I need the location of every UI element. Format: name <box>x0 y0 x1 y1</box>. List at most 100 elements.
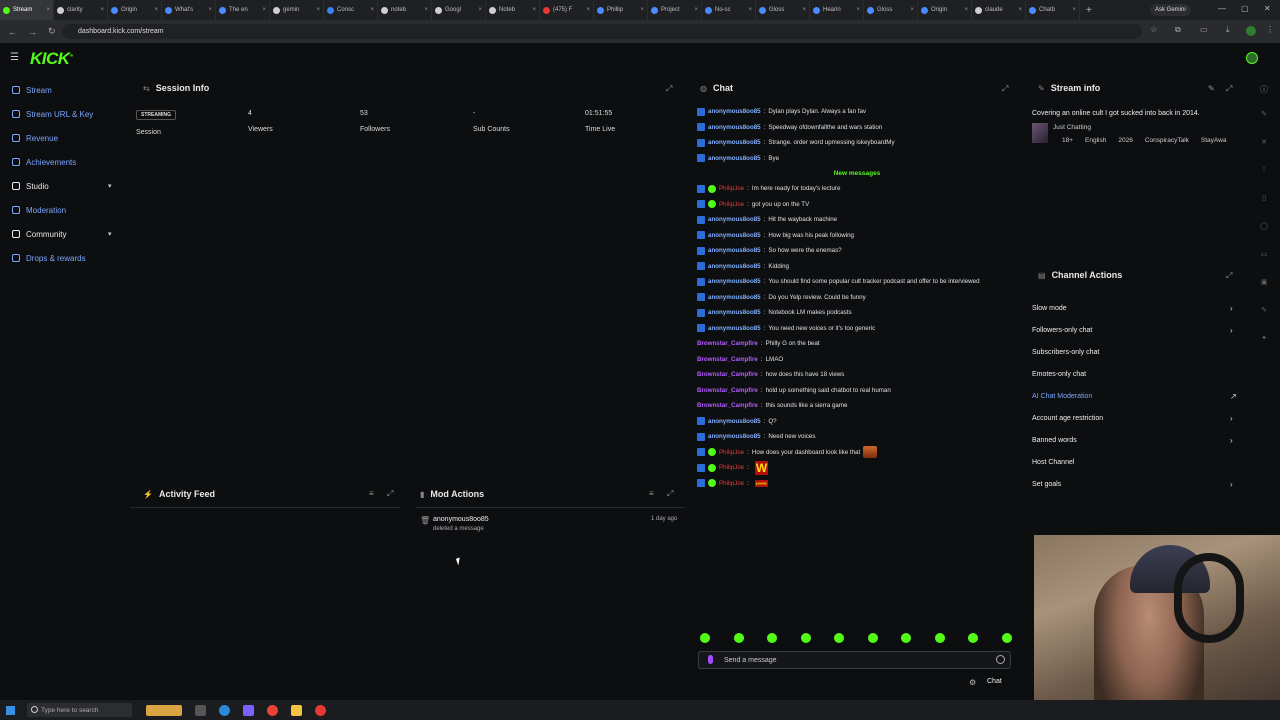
chevron-down-icon[interactable]: ▾ <box>108 182 112 190</box>
activity-popout-icon[interactable]: ⤢ <box>387 489 393 499</box>
reload-icon[interactable]: ↻ <box>48 26 60 37</box>
channel-action-subscribers-only-chat[interactable]: Subscribers-only chat <box>1032 341 1242 363</box>
chat-username[interactable]: Brownstar_Campfire <box>697 340 758 347</box>
tab-close-icon[interactable]: × <box>478 7 482 13</box>
quick-emote-icon[interactable] <box>968 633 979 643</box>
tool-layout-icon[interactable]: ▭ <box>1258 250 1270 278</box>
browser-tab[interactable]: Googl × <box>432 0 486 20</box>
minimize-icon[interactable]: — <box>1218 4 1226 13</box>
extensions-icon[interactable]: ⧉ <box>1175 25 1181 35</box>
channel-action-host-channel[interactable]: Host Channel <box>1032 451 1242 473</box>
edit-pencil-icon[interactable]: ✎ <box>1208 84 1215 93</box>
chat-username[interactable]: Brownstar_Campfire <box>697 387 758 394</box>
stream-tag[interactable]: ConspiracyTalk <box>1145 137 1189 144</box>
file-explorer-icon[interactable] <box>291 704 302 716</box>
chat-username[interactable]: anonymous8oo85 <box>708 139 761 146</box>
chevron-right-icon[interactable]: › <box>1230 304 1233 313</box>
tab-close-icon[interactable]: × <box>802 7 806 13</box>
stream-info-popout-icon[interactable]: ⤢ <box>1226 84 1232 94</box>
tab-close-icon[interactable]: × <box>100 7 104 13</box>
channel-action-set-goals[interactable]: Set goals › <box>1032 473 1242 495</box>
hamburger-menu-icon[interactable]: ☰ <box>10 52 19 63</box>
chat-username[interactable]: anonymous8oo85 <box>708 325 761 332</box>
tab-close-icon[interactable]: × <box>208 7 212 13</box>
chat-username[interactable]: PhilipJoe <box>719 480 744 487</box>
tab-close-icon[interactable]: × <box>856 7 860 13</box>
chat-username[interactable]: anonymous8oo85 <box>708 294 761 301</box>
quick-emote-icon[interactable] <box>1001 633 1012 643</box>
chat-username[interactable]: anonymous8oo85 <box>708 418 761 425</box>
chevron-right-icon[interactable]: › <box>1230 326 1233 335</box>
tool-chat-icon[interactable]: ◯ <box>1258 222 1270 250</box>
category-thumbnail[interactable] <box>1032 123 1048 143</box>
sidebar-item-achievements[interactable]: Achievements <box>0 150 125 174</box>
chat-username[interactable]: anonymous8oo85 <box>708 433 761 440</box>
channel-action-emotes-only-chat[interactable]: Emotes-only chat <box>1032 363 1242 385</box>
chat-username[interactable]: anonymous8oo85 <box>708 216 761 223</box>
session-popout-icon[interactable]: ⤢ <box>666 84 672 94</box>
user-avatar[interactable] <box>1246 52 1258 64</box>
chat-username[interactable]: Brownstar_Campfire <box>697 371 758 378</box>
quick-emote-icon[interactable] <box>733 633 744 643</box>
chevron-right-icon[interactable]: › <box>1230 414 1233 423</box>
chat-username[interactable]: anonymous8oo85 <box>708 309 761 316</box>
channel-action-banned-words[interactable]: Banned words › <box>1032 429 1242 451</box>
tab-close-icon[interactable]: × <box>370 7 374 13</box>
channel-action-account-age-restriction[interactable]: Account age restriction › <box>1032 407 1242 429</box>
sidebar-item-stream[interactable]: Stream <box>0 78 125 102</box>
new-tab-icon[interactable]: + <box>1080 5 1098 16</box>
sidebar-item-drops-rewards[interactable]: Drops & rewards <box>0 246 125 270</box>
tool-puzzle-icon[interactable]: ✦ <box>1258 334 1270 362</box>
quick-emote-icon[interactable] <box>800 633 811 643</box>
tool-pen-icon[interactable]: ✎ <box>1258 306 1270 334</box>
sidebar-item-revenue[interactable]: Revenue <box>0 126 125 150</box>
tab-close-icon[interactable]: × <box>586 7 590 13</box>
quick-emote-icon[interactable] <box>834 633 845 643</box>
quick-emote-icon[interactable] <box>867 633 878 643</box>
quick-emote-icon[interactable] <box>767 633 778 643</box>
mod-action-user[interactable]: anonymous8oo85 <box>433 516 489 523</box>
chat-settings-gear-icon[interactable]: ⚙ <box>969 678 976 687</box>
taskbar-search[interactable]: Type here to search <box>27 703 132 717</box>
browser-tab[interactable]: Phillip × <box>594 0 648 20</box>
browser-tab[interactable]: What's × <box>162 0 216 20</box>
browser-tab[interactable]: Gloss × <box>864 0 918 20</box>
tool-doc-icon[interactable]: ▯ <box>1258 194 1270 222</box>
mod-filter-icon[interactable]: ≡ <box>649 489 654 498</box>
sidebar-item-moderation[interactable]: Moderation <box>0 198 125 222</box>
browser-menu-icon[interactable]: ⋮ <box>1266 25 1274 34</box>
tab-close-icon[interactable]: × <box>532 7 536 13</box>
stream-tag[interactable]: 18+ <box>1062 137 1073 144</box>
chat-username[interactable]: anonymous8oo85 <box>708 108 761 115</box>
bookmark-star-icon[interactable]: ☆ <box>1150 25 1157 34</box>
stream-category[interactable]: Just Chatting <box>1053 124 1091 131</box>
tool-wrench-icon[interactable]: ✎ <box>1258 110 1270 138</box>
app-icon[interactable] <box>243 704 254 716</box>
channel-action-ai-chat-moderation[interactable]: AI Chat Moderation ↗ <box>1032 385 1242 407</box>
external-link-icon[interactable]: ↗ <box>1230 392 1237 401</box>
tab-close-icon[interactable]: × <box>964 7 968 13</box>
chat-username[interactable]: PhilipJoe <box>719 449 744 456</box>
tab-close-icon[interactable]: × <box>640 7 644 13</box>
tool-rocket-icon[interactable]: ↑ <box>1258 166 1270 194</box>
tab-close-icon[interactable]: × <box>910 7 914 13</box>
taskbar-widget-icon[interactable] <box>146 704 182 716</box>
tab-close-icon[interactable]: × <box>316 7 320 13</box>
browser-tab[interactable]: Project × <box>648 0 702 20</box>
browser-tab[interactable]: Consc × <box>324 0 378 20</box>
browser-tab[interactable]: Origin × <box>108 0 162 20</box>
chat-username[interactable]: PhilipJoe <box>719 464 744 471</box>
browser-tab[interactable]: clarity × <box>54 0 108 20</box>
chat-username[interactable]: anonymous8oo85 <box>708 155 761 162</box>
browser-tab[interactable]: (475) F × <box>540 0 594 20</box>
maximize-icon[interactable]: ▢ <box>1241 4 1249 13</box>
obs-icon[interactable] <box>315 704 326 716</box>
chevron-right-icon[interactable]: › <box>1230 436 1233 445</box>
browser-tab[interactable]: Gloss × <box>756 0 810 20</box>
tab-close-icon[interactable]: × <box>1072 7 1076 13</box>
quick-emote-icon[interactable] <box>934 633 945 643</box>
stream-tag[interactable]: StayAwa <box>1201 137 1227 144</box>
mod-popout-icon[interactable]: ⤢ <box>667 489 673 499</box>
browser-tab[interactable]: noteb × <box>378 0 432 20</box>
quick-emote-icon[interactable] <box>700 633 710 643</box>
